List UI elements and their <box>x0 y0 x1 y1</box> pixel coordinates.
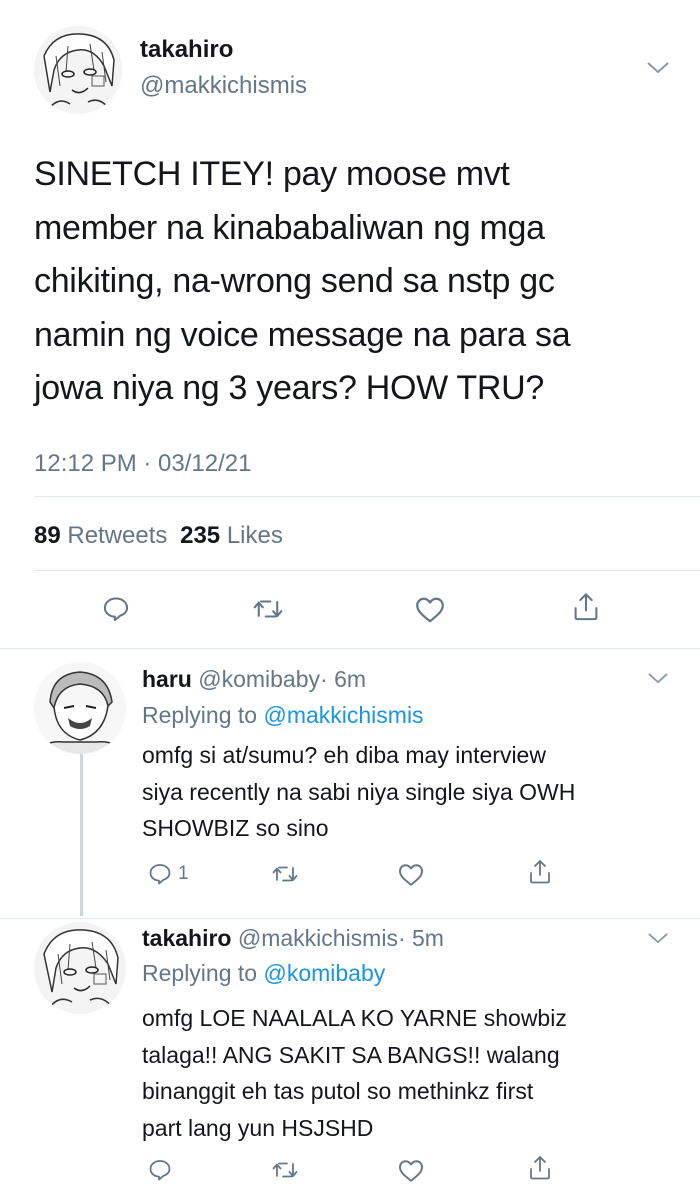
share-icon[interactable] <box>528 1155 552 1181</box>
likes-count[interactable]: 235 <box>180 522 220 549</box>
replying-to-link[interactable]: @makkichismis <box>263 702 423 728</box>
like-icon[interactable] <box>398 1159 424 1183</box>
chevron-down-icon[interactable] <box>648 673 668 684</box>
replying-prefix: Replying to <box>142 960 258 986</box>
reply-text-line: siya recently na sabi niya single siya O… <box>142 778 576 805</box>
like-icon[interactable] <box>398 863 424 887</box>
tweet-timestamp[interactable]: 12:12 PM · 03/12/21 <box>34 450 251 478</box>
thread-line <box>80 748 83 916</box>
divider <box>34 496 700 497</box>
replying-to: Replying to @komibaby <box>142 960 385 987</box>
reply-handle[interactable]: @makkichismis <box>238 925 398 951</box>
reply-display-name[interactable]: haru <box>142 666 192 692</box>
chevron-down-icon[interactable] <box>647 62 669 74</box>
replying-prefix: Replying to <box>142 702 258 728</box>
reply-text-line: omfg LOE NAALALA KO YARNE showbiz <box>142 1005 567 1031</box>
reply-count: 1 <box>178 863 189 884</box>
reply-display-name[interactable]: takahiro <box>142 925 231 951</box>
tweet-text: SINETCH ITEY! pay moose mvt member na ki… <box>34 148 684 416</box>
share-icon[interactable] <box>572 592 600 622</box>
replying-to: Replying to @makkichismis <box>142 702 424 729</box>
retweets-label[interactable]: Retweets <box>67 522 167 549</box>
reply-button[interactable] <box>148 1158 178 1182</box>
avatar[interactable] <box>34 26 122 114</box>
reply-icon[interactable] <box>102 595 130 623</box>
retweet-icon[interactable] <box>272 1158 298 1182</box>
reply-text-line: part lang yun HSJSHD <box>142 1114 374 1141</box>
divider <box>0 648 700 649</box>
reply-text-line: omfg si at/sumu? eh diba may interview <box>142 742 546 768</box>
reply-text: omfg LOE NAALALA KO YARNE showbiz talaga… <box>142 1000 682 1146</box>
reply-text-line: talaga!! ANG SAKIT SA BANGS!! walang <box>142 1041 560 1068</box>
reply-button[interactable]: 1 <box>148 862 189 886</box>
tweet-stats: 89 Retweets 235 Likes <box>34 522 283 550</box>
handle[interactable]: @makkichismis <box>140 72 307 100</box>
tweet-text-line: jowa niya ng 3 years? HOW TRU? <box>34 369 545 407</box>
tweet-text-line: chikiting, na-wrong send sa nstp gc <box>34 262 555 300</box>
display-name[interactable]: takahiro <box>140 36 233 64</box>
reply-text-line: binanggit eh tas putol so methinkz first <box>142 1078 534 1104</box>
tweet-text-line: namin ng voice message na para sa <box>34 315 571 354</box>
reply-icon[interactable] <box>148 1158 172 1182</box>
reply-handle[interactable]: @komibaby <box>198 666 320 692</box>
reply-time[interactable]: · 5m <box>398 925 444 951</box>
replying-to-link[interactable]: @komibaby <box>263 960 385 986</box>
reply-header: haru @komibaby· 6m <box>142 666 366 693</box>
divider <box>34 570 700 571</box>
share-icon[interactable] <box>528 859 552 885</box>
likes-label[interactable]: Likes <box>227 522 283 549</box>
tweet-text-line: member na kinababaliwan ng mga <box>34 208 545 247</box>
reply-time[interactable]: · 6m <box>320 666 366 692</box>
like-icon[interactable] <box>415 596 445 624</box>
divider <box>0 918 700 919</box>
reply-text-line: SHOWBIZ so sino <box>142 815 329 841</box>
reply-icon[interactable] <box>148 862 172 886</box>
retweet-icon[interactable] <box>272 862 298 886</box>
avatar[interactable] <box>34 922 126 1014</box>
chevron-down-icon[interactable] <box>648 933 668 944</box>
retweet-icon[interactable] <box>253 595 283 623</box>
tweet-text-line: SINETCH ITEY! pay moose mvt <box>34 155 510 193</box>
avatar[interactable] <box>34 662 126 754</box>
retweets-count[interactable]: 89 <box>34 522 61 549</box>
reply-header: takahiro @makkichismis· 5m <box>142 925 444 952</box>
reply-text: omfg si at/sumu? eh diba may interview s… <box>142 737 682 847</box>
